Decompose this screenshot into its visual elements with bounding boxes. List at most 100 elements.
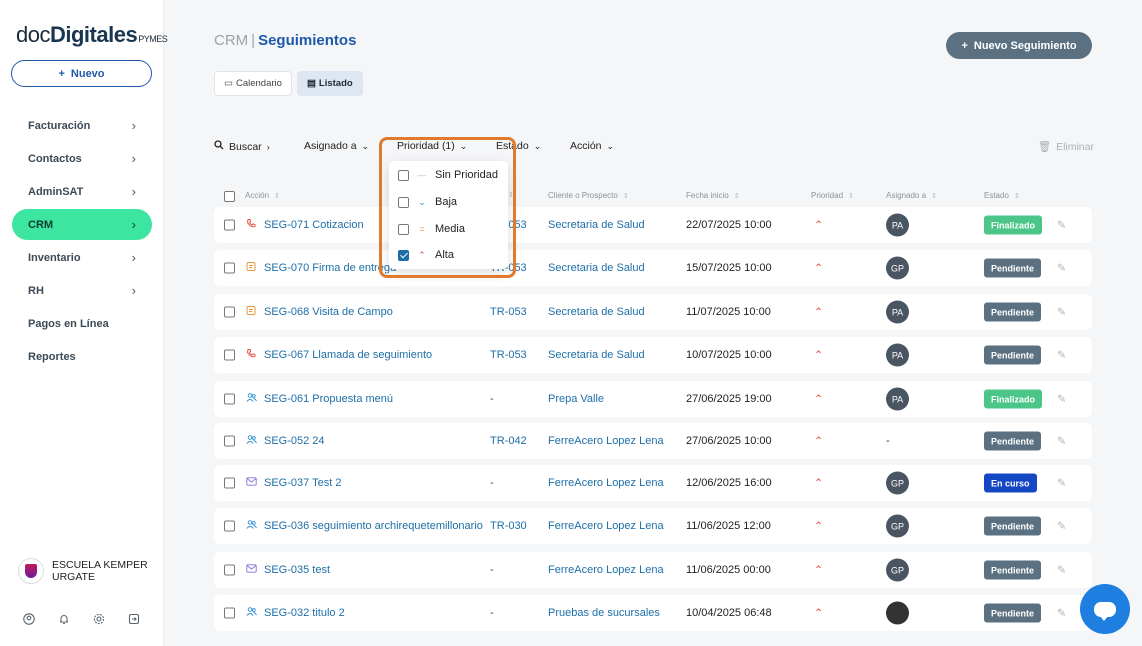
cliente-link[interactable]: Prepa Valle	[548, 393, 604, 405]
accion-link[interactable]: SEG-037 Test 2	[264, 477, 341, 489]
sidebar-item-inventario[interactable]: Inventario ›	[12, 242, 152, 273]
cliente-link[interactable]: Secretaria de Salud	[548, 219, 645, 231]
ref-link[interactable]: TR-042	[490, 435, 527, 447]
bell-icon[interactable]	[57, 612, 70, 625]
user-icon[interactable]	[22, 612, 35, 625]
cliente-link[interactable]: FerreAcero Lopez Lena	[548, 564, 664, 576]
assigned-filter[interactable]: Asignado a ⌄	[304, 140, 369, 152]
row-checkbox[interactable]	[224, 393, 235, 405]
edit-pencil-icon[interactable]: ✎	[1057, 349, 1066, 362]
col-cliente[interactable]: Cliente o Prospecto ⇕	[548, 191, 629, 200]
accion-link[interactable]: SEG-061 Propuesta menú	[264, 393, 393, 405]
edit-pencil-icon[interactable]: ✎	[1057, 262, 1066, 275]
tab-calendar[interactable]: ▭ Calendario	[214, 71, 292, 96]
table-row[interactable]: SEG-067 Llamada de seguimiento TR-053 Secr…	[214, 337, 1092, 373]
ref-link: -	[490, 607, 494, 619]
select-all-checkbox[interactable]	[224, 191, 235, 202]
ref-link[interactable]: TR-030	[490, 520, 527, 532]
accion-link[interactable]: SEG-032 titulo 2	[264, 607, 345, 619]
accion-link[interactable]: SEG-067 Llamada de seguimiento	[264, 349, 432, 361]
edit-pencil-icon[interactable]: ✎	[1057, 393, 1066, 406]
sidebar-item-contactos[interactable]: Contactos ›	[12, 143, 152, 174]
new-seguimiento-button[interactable]: + Nuevo Seguimiento	[946, 32, 1092, 59]
fecha-cell: 27/06/2025 19:00	[686, 393, 772, 405]
breadcrumb-crm[interactable]: CRM	[214, 32, 248, 49]
cliente-link[interactable]: Secretaria de Salud	[548, 349, 645, 361]
table-row[interactable]: SEG-052 24 TR-042 FerreAcero Lopez Lena 27/…	[214, 423, 1092, 459]
calendar-icon: ▭	[224, 78, 233, 89]
gear-icon[interactable]	[92, 612, 105, 625]
sidebar-item-adminsat[interactable]: AdminSAT ›	[12, 176, 152, 207]
avatar: GP	[886, 256, 909, 280]
row-checkbox[interactable]	[224, 219, 235, 231]
edit-pencil-icon[interactable]: ✎	[1057, 435, 1066, 448]
table-row[interactable]: SEG-032 titulo 2 - Pruebas de sucursales 10…	[214, 595, 1092, 631]
ref-link[interactable]: TR-053	[490, 306, 527, 318]
edit-pencil-icon[interactable]: ✎	[1057, 520, 1066, 533]
note-icon	[246, 306, 256, 319]
row-checkbox[interactable]	[224, 564, 235, 576]
row-checkbox[interactable]	[224, 306, 235, 318]
col-accion[interactable]: Acción ⇕	[245, 191, 280, 200]
table-row[interactable]: SEG-071 Cotizacion TR-053 Secretaria de Sa…	[214, 207, 1092, 243]
sidebar-item-rh[interactable]: RH ›	[12, 275, 152, 306]
logout-icon[interactable]	[127, 612, 140, 625]
accion-link[interactable]: SEG-036 seguimiento archirequetemillonar…	[264, 520, 483, 532]
plus-icon: +	[58, 67, 65, 80]
company-switcher[interactable]: ESCUELA KEMPER URGATE	[18, 558, 152, 584]
sidebar-item-facturaci-n[interactable]: Facturación ›	[12, 110, 152, 141]
action-filter[interactable]: Acción ⌄	[570, 140, 614, 152]
brand-logo[interactable]: docDigitalesPYMES	[16, 22, 168, 48]
status-badge: Finalizado	[984, 215, 1043, 235]
table-row[interactable]: SEG-070 Firma de entrega TR-053 Secretaria…	[214, 250, 1092, 286]
table-row[interactable]: SEG-035 test - FerreAcero Lopez Lena 11/06/…	[214, 552, 1092, 588]
status-badge: Pendiente	[984, 560, 1042, 580]
cliente-link[interactable]: FerreAcero Lopez Lena	[548, 477, 664, 489]
sidebar-item-label: Contactos	[28, 152, 82, 165]
cliente-link[interactable]: FerreAcero Lopez Lena	[548, 520, 664, 532]
accion-link[interactable]: SEG-052 24	[264, 435, 325, 447]
status-badge: Pendiente	[984, 258, 1042, 278]
chat-button[interactable]	[1080, 584, 1130, 634]
table-row[interactable]: SEG-037 Test 2 - FerreAcero Lopez Lena 12/0…	[214, 465, 1092, 501]
table-row[interactable]: SEG-068 Visita de Campo TR-053 Secretaria …	[214, 294, 1092, 330]
edit-pencil-icon[interactable]: ✎	[1057, 607, 1066, 620]
col-estado[interactable]: Estado ⇕	[984, 191, 1020, 200]
accion-link[interactable]: SEG-071 Cotizacion	[264, 219, 364, 231]
accion-link[interactable]: SEG-070 Firma de entrega	[264, 262, 396, 274]
edit-pencil-icon[interactable]: ✎	[1057, 219, 1066, 232]
cliente-link[interactable]: Pruebas de sucursales	[548, 607, 660, 619]
edit-pencil-icon[interactable]: ✎	[1057, 306, 1066, 319]
tab-list[interactable]: ▤ Listado	[296, 71, 363, 96]
sidebar-footer	[22, 612, 140, 625]
row-checkbox[interactable]	[224, 435, 235, 447]
sidebar-item-reportes[interactable]: Reportes	[12, 341, 152, 372]
nuevo-button[interactable]: + Nuevo	[11, 60, 152, 87]
edit-pencil-icon[interactable]: ✎	[1057, 564, 1066, 577]
accion-link[interactable]: SEG-068 Visita de Campo	[264, 306, 393, 318]
search-filter[interactable]: Buscar ›	[214, 140, 270, 153]
row-checkbox[interactable]	[224, 520, 235, 532]
sidebar-item-crm[interactable]: CRM ›	[12, 209, 152, 240]
col-fecha[interactable]: Fecha inicio ⇕	[686, 191, 740, 200]
cliente-link[interactable]: Secretaria de Salud	[548, 262, 645, 274]
table-row[interactable]: SEG-036 seguimiento archirequetemillonar…	[214, 508, 1092, 544]
brand-part-doc: doc	[16, 22, 50, 47]
col-prioridad[interactable]: Prioridad ⇕	[811, 191, 854, 200]
accion-link[interactable]: SEG-035 test	[264, 564, 330, 576]
cliente-link[interactable]: FerreAcero Lopez Lena	[548, 435, 664, 447]
delete-button[interactable]: 🗑︎ Eliminar	[1037, 140, 1094, 154]
sort-icon: ⇕	[848, 192, 854, 200]
ref-link[interactable]: TR-053	[490, 349, 527, 361]
table-row[interactable]: SEG-061 Propuesta menú - Prepa Valle 27/06/…	[214, 381, 1092, 417]
cliente-link[interactable]: Secretaria de Salud	[548, 306, 645, 318]
row-checkbox[interactable]	[224, 262, 235, 274]
row-checkbox[interactable]	[224, 349, 235, 361]
row-checkbox[interactable]	[224, 607, 235, 619]
edit-pencil-icon[interactable]: ✎	[1057, 477, 1066, 490]
sidebar-item-pagos-en-l-nea[interactable]: Pagos en Línea	[12, 308, 152, 339]
priority-high-icon: ⌃	[814, 564, 824, 577]
row-checkbox[interactable]	[224, 477, 235, 489]
col-asignado[interactable]: Asignado a ⇕	[886, 191, 937, 200]
trash-icon: 🗑︎	[1037, 141, 1052, 153]
